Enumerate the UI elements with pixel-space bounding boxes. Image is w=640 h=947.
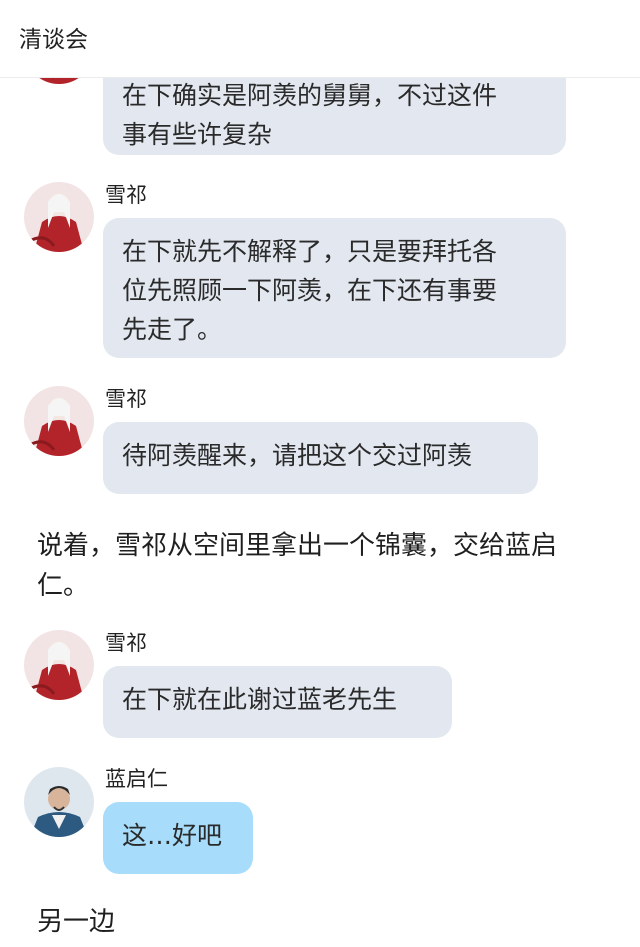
avatar-xueqi[interactable] bbox=[24, 630, 94, 700]
app-header: 清谈会 bbox=[0, 0, 640, 78]
narration-text: 另一边 bbox=[37, 902, 115, 942]
message-line: 待阿羡醒来，请把这个交过阿羡 bbox=[122, 441, 473, 470]
message-line: 先走了。 bbox=[122, 315, 223, 344]
avatar-lanqiren[interactable] bbox=[24, 767, 94, 837]
message-line: 在下确实是阿羡的舅舅，不过这件 bbox=[122, 81, 498, 110]
page-title: 清谈会 bbox=[19, 27, 88, 53]
sender-name: 雪祁 bbox=[105, 183, 147, 207]
narration-line: 说着，雪祁从空间里拿出一个锦囊，交给蓝启 bbox=[37, 531, 558, 561]
message-line: 在下就在此谢过蓝老先生 bbox=[122, 685, 398, 714]
message-bubble[interactable]: 这…好吧 bbox=[103, 802, 253, 874]
message-line: 事有些许复杂 bbox=[122, 120, 273, 149]
narration-text: 说着，雪祁从空间里拿出一个锦囊，交给蓝启 仁。 bbox=[37, 526, 557, 606]
message-line: 位先照顾一下阿羡，在下还有事要 bbox=[122, 276, 498, 305]
sender-name: 蓝启仁 bbox=[105, 767, 168, 791]
sender-name: 雪祁 bbox=[105, 631, 147, 655]
message-line: 这…好吧 bbox=[122, 821, 223, 850]
message-bubble[interactable]: 在下就在此谢过蓝老先生 bbox=[103, 666, 452, 738]
narration-line: 另一边 bbox=[37, 907, 116, 937]
sender-name: 雪祁 bbox=[105, 387, 147, 411]
avatar-xueqi[interactable] bbox=[24, 182, 94, 252]
narration-line: 仁。 bbox=[37, 571, 90, 601]
avatar-xueqi[interactable] bbox=[24, 386, 94, 456]
message-bubble[interactable]: 待阿羡醒来，请把这个交过阿羡 bbox=[103, 422, 538, 494]
message-line: 在下就先不解释了，只是要拜托各 bbox=[122, 237, 498, 266]
message-bubble[interactable]: 在下就先不解释了，只是要拜托各 位先照顾一下阿羡，在下还有事要 先走了。 bbox=[103, 218, 566, 358]
